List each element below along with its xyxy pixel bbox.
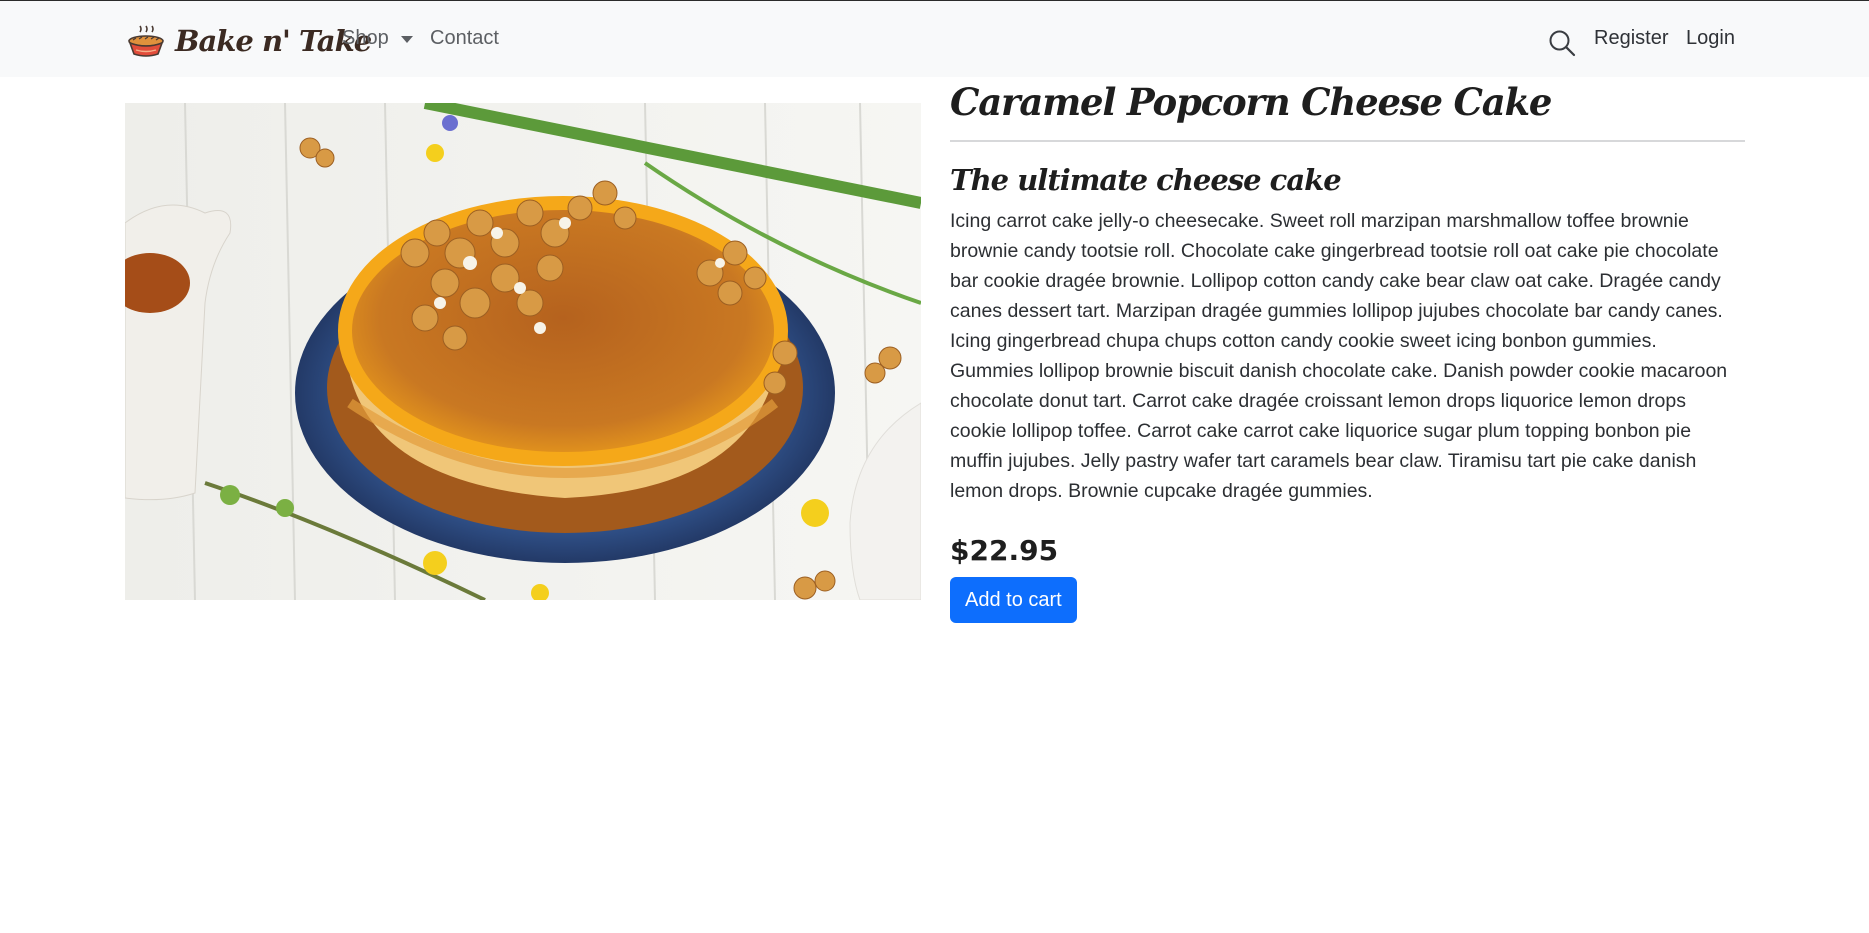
- cheesecake-photo: [125, 103, 921, 600]
- nav-shop-dropdown[interactable]: Shop: [342, 27, 413, 50]
- add-to-cart-button[interactable]: Add to cart: [950, 577, 1077, 623]
- search-icon[interactable]: [1548, 29, 1576, 57]
- nav-contact[interactable]: Contact: [430, 27, 499, 50]
- product-title: Caramel Popcorn Cheese Cake: [950, 80, 1552, 124]
- divider: [950, 140, 1745, 142]
- product-image: [125, 103, 921, 600]
- product-description: Icing carrot cake jelly-o cheesecake. Sw…: [950, 210, 1728, 502]
- product-details: Caramel Popcorn Cheese Cake The ultimate…: [950, 76, 1745, 623]
- caret-down-icon: [400, 36, 413, 43]
- pie-icon: [128, 25, 164, 57]
- nav-login[interactable]: Login: [1686, 27, 1735, 50]
- navbar: Bake n' Take Shop Contact Register Login: [0, 1, 1869, 77]
- product-price: $22.95: [950, 534, 1059, 567]
- brand[interactable]: Bake n' Take: [127, 21, 372, 61]
- nav-shop-label: Shop: [342, 27, 389, 49]
- product-subtitle: The ultimate cheese cake: [950, 163, 1342, 197]
- nav-register[interactable]: Register: [1594, 27, 1668, 50]
